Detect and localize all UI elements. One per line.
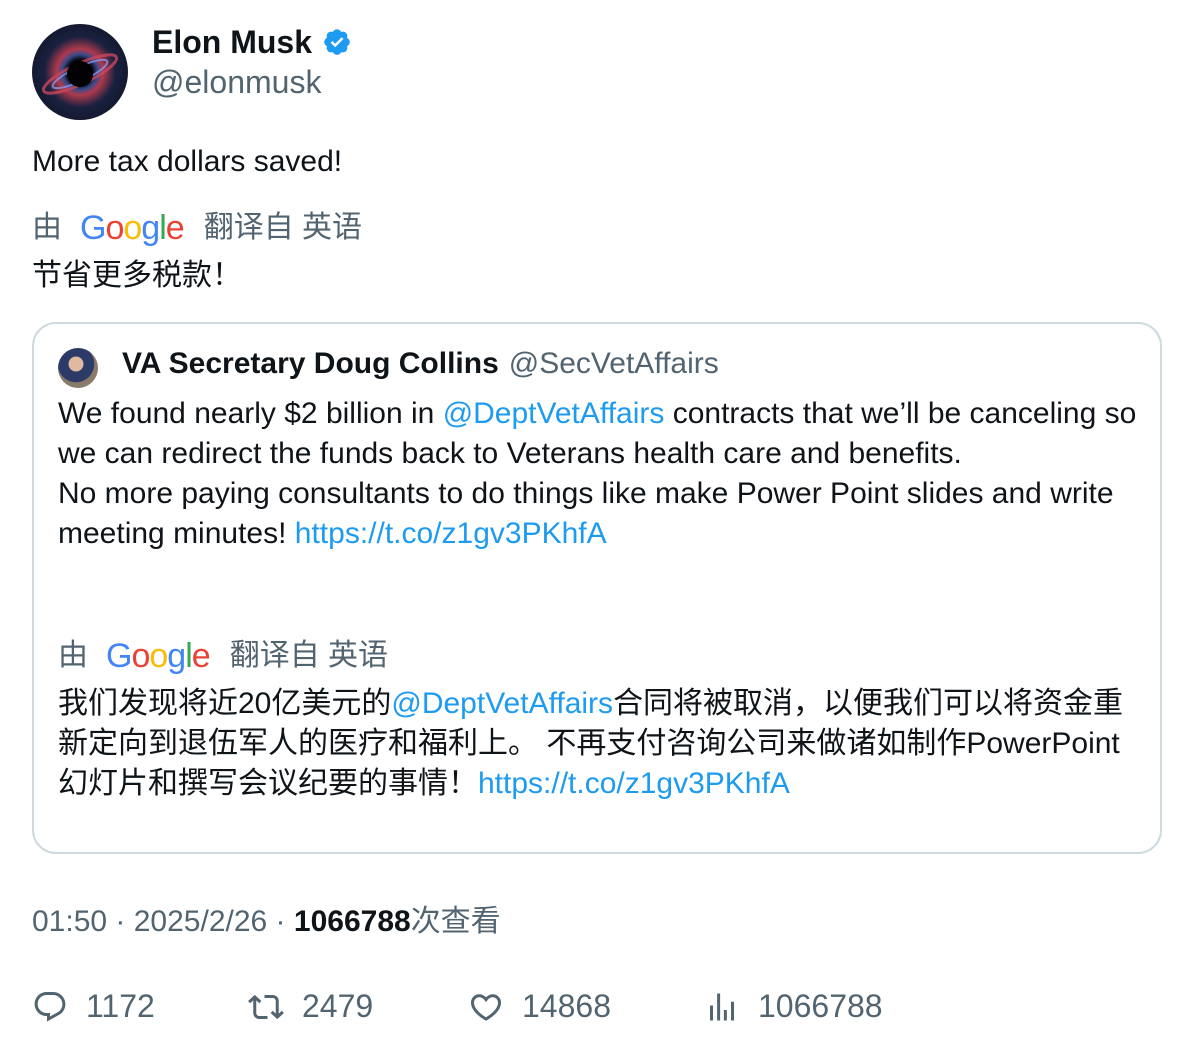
tweet-text: More tax dollars saved!	[32, 145, 343, 178]
meta-separator: ·	[107, 905, 134, 938]
verified-badge-icon	[324, 29, 350, 55]
like-count: 14868	[522, 988, 611, 1024]
retweet-count: 2479	[302, 988, 374, 1024]
tco-link[interactable]: https://t.co/z1gv3PKhfA	[478, 767, 790, 800]
quoted-author-handle[interactable]: @SecVetAffairs	[509, 344, 719, 384]
views-count-action: 1066788	[758, 988, 883, 1024]
quoted-translation-attribution: 由 Google 翻译自 英语	[58, 636, 388, 676]
tco-link[interactable]: https://t.co/z1gv3PKhfA	[295, 517, 607, 550]
retweet-button[interactable]: 2479	[248, 988, 373, 1025]
tweet-date[interactable]: 2025/2/26	[134, 905, 267, 938]
google-logo[interactable]: Google	[80, 208, 185, 248]
translated-tweet-text: 节省更多税款！	[32, 259, 242, 292]
reply-icon	[34, 991, 66, 1022]
tweet-meta: 01:50 · 2025/2/26 · 1066788次查看	[32, 902, 501, 942]
author-handle[interactable]: @elonmusk	[152, 62, 321, 102]
quoted-tweet-card[interactable]: VA Secretary Doug Collins @SecVetAffairs…	[32, 322, 1162, 854]
views-label: 次查看	[410, 905, 501, 938]
mention-link[interactable]: @DeptVetAffairs	[391, 687, 613, 720]
heart-icon	[470, 993, 502, 1021]
translated-text-part: 我们发现将近20亿美元的	[58, 687, 392, 720]
quoted-author-avatar[interactable]	[58, 348, 98, 388]
translation-by-label: 由	[32, 211, 62, 244]
quoted-text-part: We found nearly $2 billion in	[58, 397, 443, 430]
black-hole-avatar-image	[42, 53, 118, 95]
meta-separator: ·	[267, 905, 294, 938]
translation-by-label: 由	[58, 639, 88, 672]
tweet-time[interactable]: 01:50	[32, 905, 107, 938]
quoted-author-header: VA Secretary Doug Collins @SecVetAffairs	[122, 344, 719, 384]
views-button[interactable]: 1066788	[704, 988, 883, 1025]
translated-from-label: 翻译自 英语	[229, 639, 389, 672]
quoted-author-name[interactable]: VA Secretary Doug Collins	[122, 344, 499, 384]
reply-count: 1172	[86, 988, 155, 1024]
translated-from-label: 翻译自 英语	[203, 211, 363, 244]
google-logo[interactable]: Google	[106, 636, 211, 676]
quoted-tweet-text: We found nearly $2 billion in @DeptVetAf…	[58, 394, 1138, 554]
author-avatar[interactable]	[32, 24, 128, 120]
views-count: 1066788	[293, 905, 411, 938]
quoted-translated-text: 我们发现将近20亿美元的@DeptVetAffairs合同将被取消，以便我们可以…	[58, 684, 1148, 804]
translation-attribution: 由 Google 翻译自 英语	[32, 208, 362, 248]
tweet-actions: 1172 2479 14868 1066788	[32, 988, 1162, 1032]
like-button[interactable]: 14868	[468, 988, 611, 1025]
author-name-text: Elon Musk	[152, 24, 313, 60]
reply-button[interactable]: 1172	[32, 988, 155, 1025]
analytics-icon	[710, 993, 734, 1020]
author-name[interactable]: Elon Musk	[152, 22, 352, 62]
retweet-icon	[248, 994, 284, 1019]
mention-link[interactable]: @DeptVetAffairs	[443, 397, 665, 430]
